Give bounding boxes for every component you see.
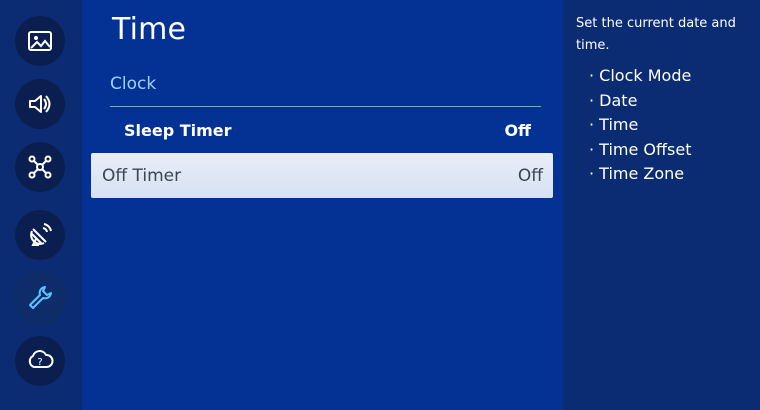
support-menu-button[interactable]: ? xyxy=(15,336,65,386)
help-item: Time xyxy=(589,113,691,138)
sound-menu-button[interactable] xyxy=(15,79,65,129)
general-tools-icon xyxy=(29,286,52,309)
network-menu-button[interactable] xyxy=(15,142,65,192)
section-label: Clock xyxy=(110,74,157,94)
general-menu-button[interactable] xyxy=(15,273,65,323)
picture-menu-button[interactable] xyxy=(15,16,65,66)
off-timer-label: Off Timer xyxy=(102,165,182,186)
svg-text:?: ? xyxy=(37,357,42,368)
help-item: Time Zone xyxy=(589,162,691,187)
help-panel: Set the current date and time. Clock Mod… xyxy=(563,0,760,410)
off-timer-value: Off xyxy=(517,165,543,186)
sleep-timer-item[interactable]: Sleep Timer Off xyxy=(110,108,541,152)
broadcasting-icon xyxy=(30,223,52,246)
off-timer-item[interactable]: Off Timer Off xyxy=(91,153,553,198)
broadcasting-menu-button[interactable] xyxy=(15,210,65,260)
help-item: Clock Mode xyxy=(589,64,691,89)
picture-icon xyxy=(28,31,52,51)
help-description: Set the current date and time. xyxy=(576,16,736,53)
support-icon: ? xyxy=(28,350,54,368)
settings-sidebar: ? xyxy=(0,0,82,410)
help-list: Clock Mode Date Time Time Offset Time Zo… xyxy=(589,64,691,187)
help-item: Date xyxy=(589,89,691,114)
page-title: Time xyxy=(112,12,187,47)
help-item: Time Offset xyxy=(589,138,691,163)
time-menu-panel: Time Clock Sleep Timer Off Off Timer Off xyxy=(82,0,563,410)
network-icon xyxy=(28,155,52,179)
sleep-timer-label: Sleep Timer xyxy=(124,120,232,140)
sound-icon xyxy=(29,95,51,113)
section-clock[interactable]: Clock xyxy=(110,74,541,107)
sleep-timer-value: Off xyxy=(504,120,531,140)
